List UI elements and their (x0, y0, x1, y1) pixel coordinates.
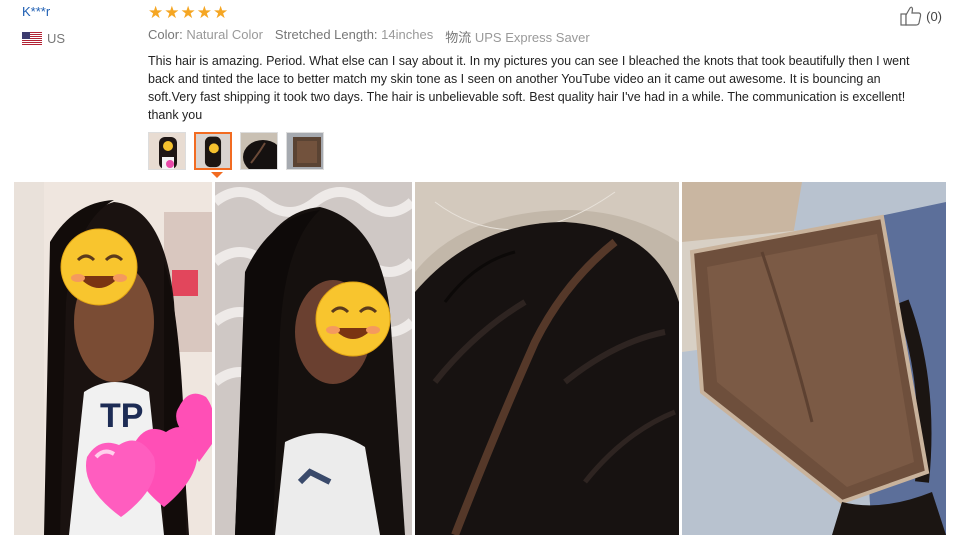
us-flag-icon (22, 32, 42, 45)
reviewer-info: K***r US (22, 4, 65, 46)
svg-text:TP: TP (100, 397, 143, 435)
star-icon: ★ (180, 3, 196, 22)
review-photo-gallery: TP (14, 182, 946, 535)
thumbnail-image (149, 133, 185, 169)
review-photo-4[interactable] (682, 182, 946, 535)
review-photo-image (415, 182, 679, 535)
country-label: US (47, 31, 66, 46)
thumbnail-2[interactable] (194, 132, 232, 170)
review-photo-2[interactable] (215, 182, 412, 535)
review-photo-image (682, 182, 946, 535)
property-length: Stretched Length: 14inches (274, 27, 434, 42)
selected-thumbnail-indicator (211, 172, 223, 178)
reviewer-name[interactable]: K***r (22, 4, 65, 19)
review-photo-image: TP (14, 182, 212, 535)
review-thumbnails (148, 132, 324, 170)
star-icon: ★ (148, 3, 164, 22)
star-icon: ★ (164, 3, 180, 22)
helpful-count: (0) (926, 8, 942, 24)
star-rating: ★ ★ ★ ★ ★ (148, 3, 229, 22)
thumbnail-4[interactable] (286, 132, 324, 170)
review-photo-3[interactable] (415, 182, 679, 535)
thumbnail-image (287, 133, 323, 169)
review-photo-image (215, 182, 412, 535)
property-color: Color: Natural Color (148, 27, 263, 42)
star-icon: ★ (196, 3, 212, 22)
helpful-button[interactable]: (0) (900, 6, 942, 26)
order-properties: Color: Natural Color Stretched Length: 1… (148, 27, 602, 46)
thumbnail-image (241, 133, 277, 169)
review-photo-1[interactable]: TP (14, 182, 212, 535)
thumbnail-1[interactable] (148, 132, 186, 170)
property-shipping: 物流 UPS Express Saver (445, 30, 590, 45)
review-text: This hair is amazing. Period. What else … (148, 54, 910, 122)
thumbnail-image (196, 134, 230, 168)
thumbs-up-icon[interactable] (900, 6, 922, 26)
star-icon: ★ (213, 3, 229, 22)
thumbnail-3[interactable] (240, 132, 278, 170)
reviewer-country: US (22, 31, 65, 46)
